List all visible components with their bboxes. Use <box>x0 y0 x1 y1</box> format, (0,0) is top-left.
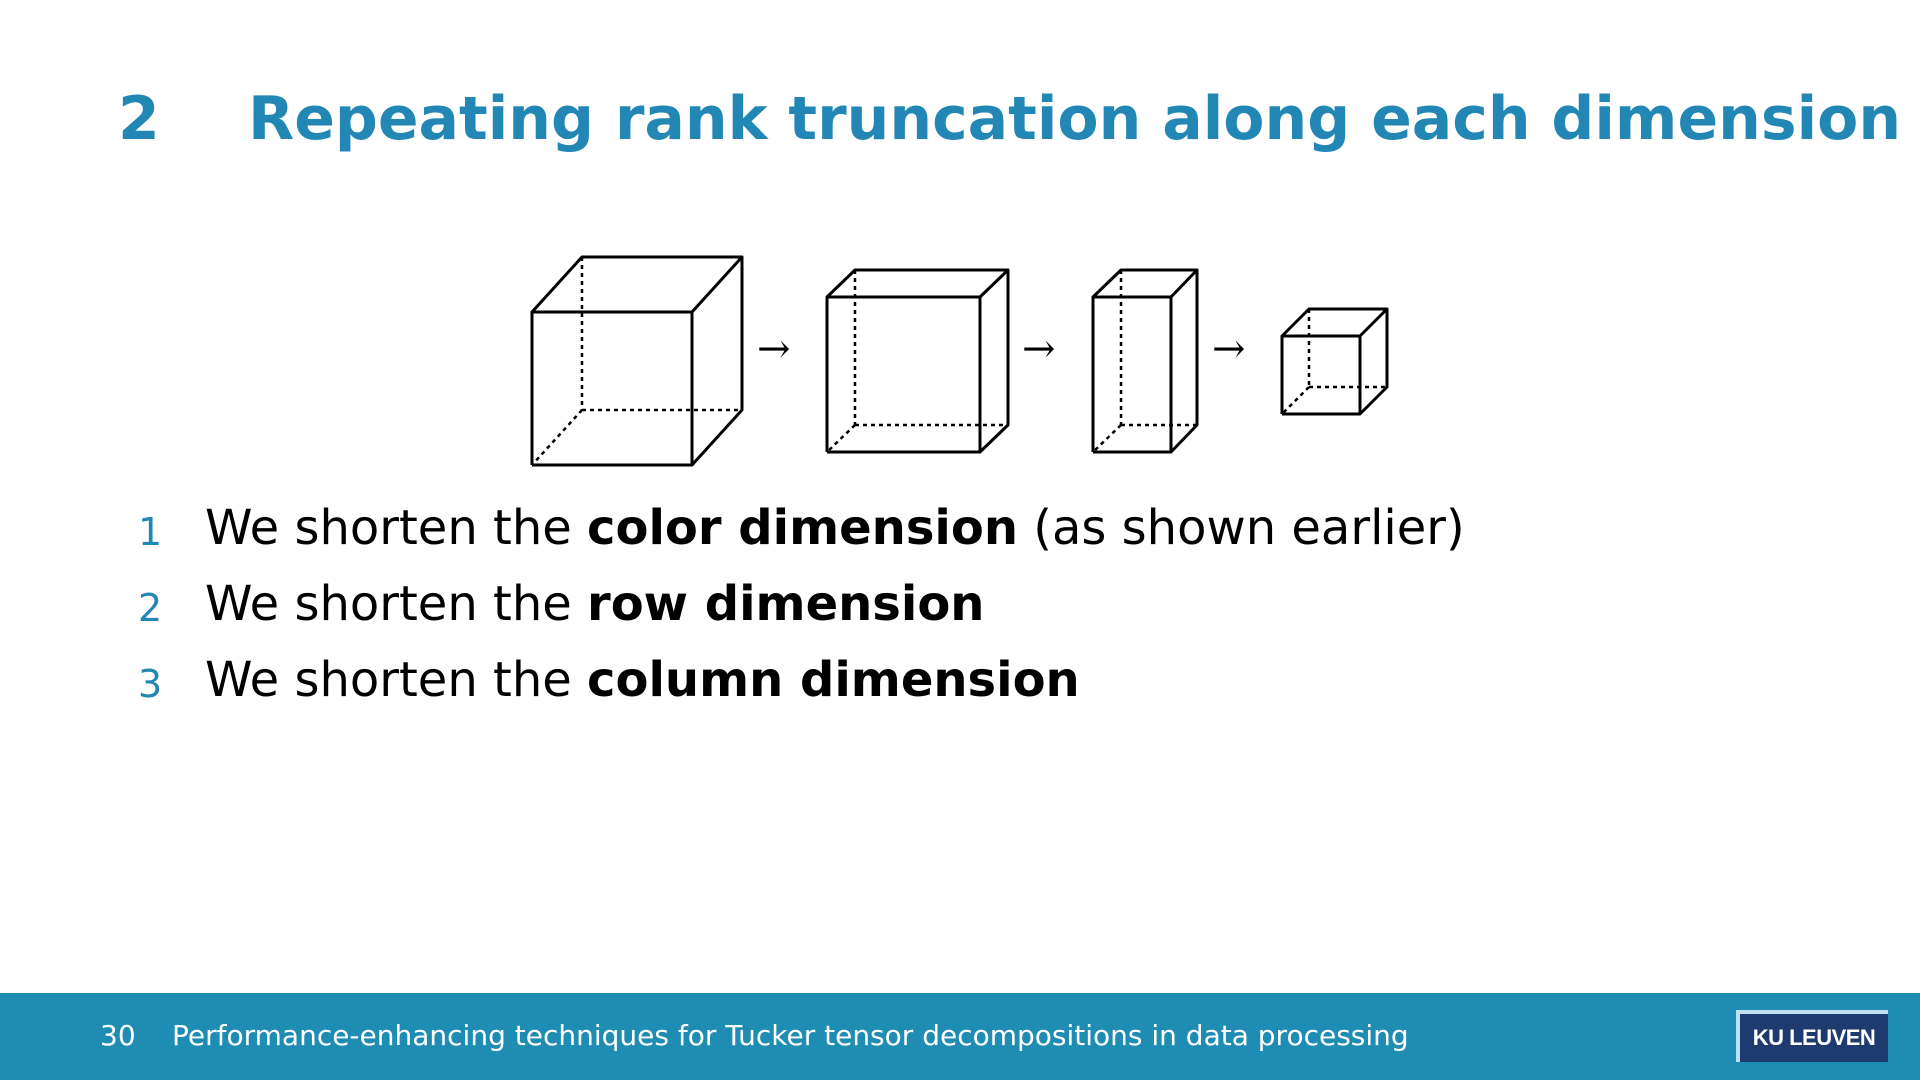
section-number: 2 <box>118 84 160 154</box>
tensor-truncation-figure: → → → <box>525 250 1405 484</box>
tensor-cube-color-truncated <box>825 268 1010 454</box>
page-number: 30 <box>100 1019 136 1052</box>
list-item-number: 2 <box>138 586 163 630</box>
footer-bar: 30 Performance-enhancing techniques for … <box>0 993 1920 1080</box>
ku-leuven-logo: KU LEUVEN <box>1736 1010 1888 1062</box>
logo-text: KU LEUVEN <box>1752 1025 1876 1050</box>
arrow-icon: → <box>1022 326 1056 372</box>
tensor-cube-column-truncated <box>1280 307 1389 416</box>
list-item-number: 1 <box>138 510 163 554</box>
arrow-icon: → <box>757 326 791 372</box>
list-item-text: We shorten the color dimension (as shown… <box>205 500 1465 556</box>
list-item-number: 3 <box>138 662 163 706</box>
arrow-icon: → <box>1212 326 1246 372</box>
tensor-cube-original <box>530 255 744 467</box>
list-item-text: We shorten the column dimension <box>205 652 1080 708</box>
slide-title: Repeating rank truncation along each dim… <box>248 84 1902 154</box>
list-item-text: We shorten the row dimension <box>205 576 985 632</box>
footer-title: Performance-enhancing techniques for Tuc… <box>172 1019 1409 1052</box>
tensor-cube-row-truncated <box>1091 268 1199 454</box>
